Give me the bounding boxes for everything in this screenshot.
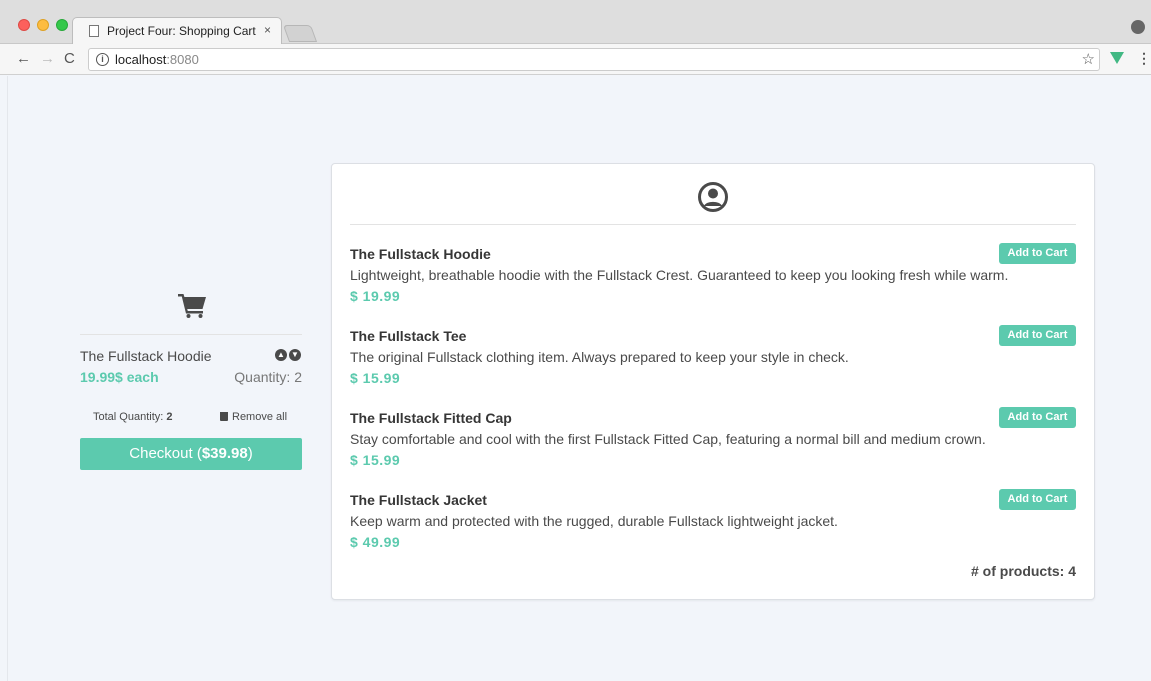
product-price: $ 19.99: [350, 288, 401, 304]
browser-toolbar: ← → C i localhost:8080 ☆ ⋮: [0, 44, 1151, 75]
product-price: $ 15.99: [350, 452, 401, 468]
checkout-button[interactable]: Checkout ($39.98): [80, 438, 302, 470]
total-quantity-value: 2: [166, 411, 173, 423]
profile-icon[interactable]: [1131, 20, 1145, 34]
document-icon: [89, 25, 99, 37]
cart-item-name: The Fullstack Hoodie: [80, 348, 212, 364]
product-item: The Fullstack Fitted Cap Stay comfortabl…: [350, 407, 1076, 485]
browser-tab[interactable]: Project Four: Shopping Cart ×: [72, 17, 282, 44]
product-title: The Fullstack Fitted Cap: [350, 410, 512, 426]
tab-title: Project Four: Shopping Cart: [107, 24, 256, 38]
product-count: # of products: 4: [970, 563, 1076, 579]
total-quantity-label: Total Quantity:: [93, 411, 167, 423]
back-icon[interactable]: ←: [16, 50, 31, 68]
reload-icon[interactable]: C: [64, 50, 75, 68]
checkout-label: Checkout (: [129, 445, 202, 462]
vue-devtools-icon[interactable]: [1110, 52, 1124, 64]
product-title: The Fullstack Jacket: [350, 492, 487, 508]
product-title: The Fullstack Hoodie: [350, 246, 491, 262]
product-title: The Fullstack Tee: [350, 328, 467, 344]
maximize-window-button[interactable]: [56, 19, 68, 31]
remove-all-label: Remove all: [232, 411, 288, 423]
arrow-circle-down-icon[interactable]: ▼: [289, 349, 301, 361]
new-tab-button[interactable]: [282, 25, 318, 42]
remove-all-button[interactable]: Remove all: [220, 411, 287, 423]
add-to-cart-button[interactable]: Add to Cart: [999, 325, 1076, 346]
total-quantity: Total Quantity: 2: [93, 411, 173, 423]
product-list-card: The Fullstack Hoodie Lightweight, breath…: [331, 163, 1095, 600]
card-divider: [350, 224, 1076, 225]
add-to-cart-button[interactable]: Add to Cart: [999, 489, 1076, 510]
url-port: :8080: [166, 52, 199, 67]
info-icon[interactable]: i: [96, 53, 109, 66]
url-text[interactable]: localhost:8080: [115, 52, 199, 67]
tab-close-icon[interactable]: ×: [264, 23, 271, 37]
url-host: localhost: [115, 52, 167, 67]
page-left-edge: [0, 76, 8, 681]
browser-tab-bar: Project Four: Shopping Cart ×: [0, 0, 1151, 44]
minimize-window-button[interactable]: [37, 19, 49, 31]
trash-icon: [220, 412, 228, 421]
add-to-cart-button[interactable]: Add to Cart: [999, 407, 1076, 428]
browser-menu-icon[interactable]: ⋮: [1137, 50, 1151, 67]
forward-icon[interactable]: →: [40, 50, 55, 68]
product-price: $ 49.99: [350, 534, 401, 550]
product-item: The Fullstack Jacket Keep warm and prote…: [350, 489, 1076, 567]
product-price: $ 15.99: [350, 370, 401, 386]
arrow-circle-up-icon[interactable]: ▲: [275, 349, 287, 361]
bookmark-star-icon[interactable]: ☆: [1082, 50, 1095, 68]
product-description: Keep warm and protected with the rugged,…: [350, 513, 838, 529]
shopping-cart-icon: [178, 294, 206, 318]
product-item: The Fullstack Hoodie Lightweight, breath…: [350, 243, 1076, 321]
cart-item-quantity: Quantity: 2: [234, 369, 302, 385]
checkout-total: $39.98: [201, 445, 248, 462]
close-window-button[interactable]: [18, 19, 30, 31]
checkout-close: ): [247, 445, 253, 462]
cart-item-price: 19.99$ each: [80, 369, 159, 385]
product-description: Stay comfortable and cool with the first…: [350, 431, 986, 447]
address-bar[interactable]: i localhost:8080 ☆: [88, 48, 1100, 71]
product-description: Lightweight, breathable hoodie with the …: [350, 267, 1009, 283]
add-to-cart-button[interactable]: Add to Cart: [999, 243, 1076, 264]
product-description: The original Fullstack clothing item. Al…: [350, 349, 849, 365]
user-circle-icon[interactable]: [698, 182, 728, 212]
product-item: The Fullstack Tee The original Fullstack…: [350, 325, 1076, 403]
cart-divider: [80, 334, 302, 335]
